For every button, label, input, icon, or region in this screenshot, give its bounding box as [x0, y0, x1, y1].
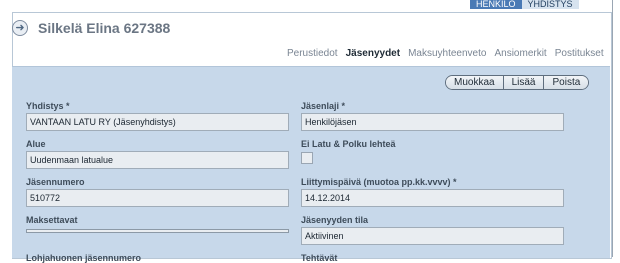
alue-label: Alue — [26, 139, 46, 149]
ei-latu-polku-checkbox[interactable] — [301, 152, 313, 164]
subnav: Perustiedot Jäsenyydet Maksuyhteenveto A… — [287, 48, 604, 59]
subnav-perustiedot[interactable]: Perustiedot — [287, 48, 338, 59]
alue-value[interactable]: Uudenmaan latualue — [26, 151, 289, 169]
page-title: Silkelä Elina 627388 — [38, 20, 171, 36]
liittymispaiva-value[interactable]: 14.12.2014 — [301, 189, 564, 207]
subnav-maksuyhteenveto[interactable]: Maksuyhteenveto — [408, 48, 486, 59]
field-tehtavat: Tehtävät — [301, 253, 564, 263]
field-yhdistys: Yhdistys * VANTAAN LATU RY (Jäsenyhdisty… — [26, 101, 289, 131]
subnav-jasenyydet[interactable]: Jäsenyydet — [346, 48, 400, 59]
tehtavat-label: Tehtävät — [301, 253, 338, 263]
liittymispaiva-label: Liittymispäivä (muotoa pp.kk.vvvv) * — [301, 177, 457, 187]
action-button-group: Muokkaa Lisää Poista — [445, 75, 590, 90]
field-jasenlaji: Jäsenlaji * Henkilöjäsen — [301, 101, 564, 131]
subnav-postitukset[interactable]: Postitukset — [555, 48, 604, 59]
tab-yhdistys[interactable]: YHDISTYS — [521, 0, 579, 9]
lahiohjaaja-label: Lohjahuonen jäsennumero — [26, 253, 142, 263]
yhdistys-label: Yhdistys * — [26, 101, 70, 111]
jasenlaji-label: Jäsenlaji * — [301, 101, 346, 111]
field-jasennumero: Jäsennumero 510772 — [26, 177, 289, 207]
tab-henkilo[interactable]: HENKILÖ — [470, 0, 522, 9]
jasenyyden-tila-label: Jäsenyyden tila — [301, 215, 369, 225]
field-maksettavat: Maksettavat — [26, 215, 289, 233]
maksettavat-value[interactable] — [26, 229, 289, 233]
delete-button[interactable]: Poista — [544, 76, 589, 89]
jasenyyden-tila-value[interactable]: Aktiivinen — [301, 227, 564, 245]
field-ei-latu-polku: Ei Latu & Polku lehteä — [301, 139, 564, 164]
field-alue: Alue Uudenmaan latualue — [26, 139, 289, 169]
add-button[interactable]: Lisää — [503, 76, 545, 89]
maksettavat-label: Maksettavat — [26, 215, 78, 225]
edit-button[interactable]: Muokkaa — [446, 76, 504, 89]
field-jasenyyden-tila: Jäsenyyden tila Aktiivinen — [301, 215, 564, 245]
yhdistys-value[interactable]: VANTAAN LATU RY (Jäsenyhdistys) — [26, 113, 289, 131]
title-row: ➜ Silkelä Elina 627388 — [12, 14, 170, 42]
ei-latu-polku-label: Ei Latu & Polku lehteä — [301, 139, 396, 149]
field-liittymispaiva: Liittymispäivä (muotoa pp.kk.vvvv) * 14.… — [301, 177, 564, 207]
window-right-edge — [612, 0, 620, 257]
jasenlaji-value[interactable]: Henkilöjäsen — [301, 113, 564, 131]
field-lahiohjaaja: Lohjahuonen jäsennumero — [26, 253, 289, 263]
membership-form: Muokkaa Lisää Poista Yhdistys * VANTAAN … — [12, 66, 610, 263]
jasennumero-label: Jäsennumero — [26, 177, 85, 187]
jasennumero-value[interactable]: 510772 — [26, 189, 289, 207]
top-tabs: HENKILÖ YHDISTYS — [470, 0, 579, 9]
subnav-ansiomerkit[interactable]: Ansiomerkit — [494, 48, 546, 59]
arrow-right-circle-icon[interactable]: ➜ — [12, 20, 28, 36]
